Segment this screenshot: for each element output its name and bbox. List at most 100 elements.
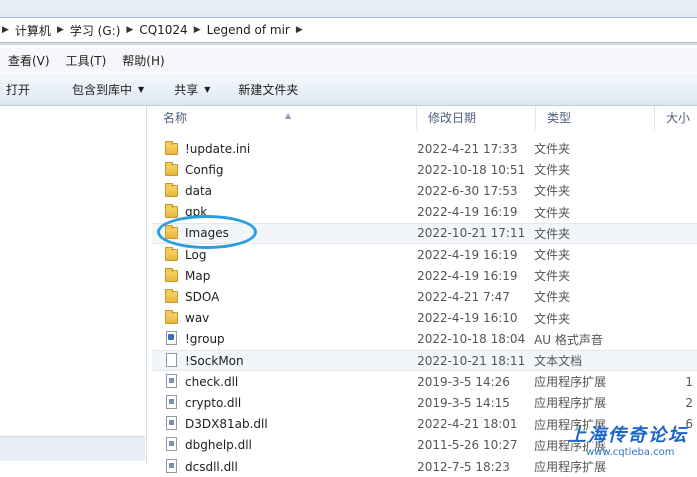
file-row[interactable]: SDOA 2022-4-21 7:47 文件夹 xyxy=(152,286,697,307)
folder-icon xyxy=(165,162,183,178)
menu-view[interactable]: 查看(V) xyxy=(0,52,58,69)
column-name[interactable]: ▲ 名称 xyxy=(152,106,417,130)
file-date: 2022-6-30 17:53 xyxy=(417,183,518,198)
folder-icon xyxy=(165,183,183,199)
file-name: Config xyxy=(185,162,224,177)
share-button[interactable]: 共享 ▼ xyxy=(156,81,222,98)
file-row[interactable]: Log 2022-4-19 16:19 文件夹 xyxy=(152,244,697,265)
file-date: 2022-4-21 7:47 xyxy=(417,289,510,304)
include-in-library-label: 包含到库中 xyxy=(72,82,133,97)
file-date: 2012-7-5 18:23 xyxy=(417,459,510,474)
file-row[interactable]: !update.ini 2022-4-21 17:33 文件夹 xyxy=(152,138,697,159)
file-name: !group xyxy=(185,332,225,347)
au-file-icon xyxy=(165,331,183,347)
file-type: 文件夹 xyxy=(534,226,571,241)
breadcrumb-drive-g[interactable]: 学习 (G:) xyxy=(66,22,125,39)
column-type[interactable]: 类型 xyxy=(536,106,655,130)
file-type: AU 格式声音 xyxy=(534,332,603,347)
folder-icon xyxy=(165,247,183,263)
file-date: 2022-10-18 10:51 xyxy=(417,162,526,177)
file-name: data xyxy=(185,183,213,198)
file-type: 应用程序扩展 xyxy=(534,396,607,411)
file-type: 文件夹 xyxy=(534,290,571,305)
open-label: 打开 xyxy=(6,82,31,97)
file-name: wav xyxy=(185,311,210,326)
breadcrumb-legend-of-mir[interactable]: Legend of mir xyxy=(203,23,294,37)
file-name: D3DX81ab.dll xyxy=(185,417,268,432)
watermark: 上海传奇论坛 www.cqtieba.com xyxy=(568,421,697,464)
chevron-right-icon[interactable]: ▶ xyxy=(124,25,135,35)
chevron-right-icon[interactable]: ▶ xyxy=(0,25,11,35)
file-row[interactable]: crypto.dll 2019-3-5 14:15 应用程序扩展 2 xyxy=(152,392,697,413)
file-row[interactable]: Map 2022-4-19 16:19 文件夹 xyxy=(152,265,697,286)
dll-file-icon xyxy=(165,437,183,453)
address-bar[interactable]: ▶ 计算机 ▶ 学习 (G:) ▶ CQ1024 ▶ Legend of mir… xyxy=(0,17,697,43)
file-type: 文件夹 xyxy=(534,311,571,326)
folder-icon xyxy=(165,204,183,220)
chevron-right-icon[interactable]: ▶ xyxy=(55,25,66,35)
file-size: 2 xyxy=(685,395,693,410)
column-type-label: 类型 xyxy=(547,111,572,125)
address-bar-area: ▶ 计算机 ▶ 学习 (G:) ▶ CQ1024 ▶ Legend of mir… xyxy=(0,0,697,45)
folder-icon xyxy=(165,225,183,241)
chevron-right-icon[interactable]: ▶ xyxy=(294,25,305,35)
file-row[interactable]: wav 2022-4-19 16:10 文件夹 xyxy=(152,308,697,329)
file-name: Log xyxy=(185,247,207,262)
navigation-selected-item[interactable] xyxy=(0,436,145,461)
new-folder-label: 新建文件夹 xyxy=(238,82,299,97)
dll-file-icon xyxy=(165,416,183,432)
file-date: 2022-4-19 16:19 xyxy=(417,247,518,262)
file-type: 文件夹 xyxy=(534,142,571,156)
file-type: 文件夹 xyxy=(534,248,571,262)
chevron-right-icon[interactable]: ▶ xyxy=(192,25,203,35)
dll-file-icon xyxy=(165,458,183,475)
file-type: 文件夹 xyxy=(534,163,571,178)
file-row[interactable]: Config 2022-10-18 10:51 文件夹 xyxy=(152,159,697,180)
dll-file-icon xyxy=(165,373,183,390)
column-size-label: 大小 xyxy=(666,111,691,125)
file-row[interactable]: gpk 2022-4-19 16:19 文件夹 xyxy=(152,202,697,223)
file-row[interactable]: check.dll 2019-3-5 14:26 应用程序扩展 1 xyxy=(152,371,697,392)
navigation-pane[interactable] xyxy=(0,106,147,464)
file-date: 2022-10-21 18:11 xyxy=(417,353,526,368)
file-name: Images xyxy=(185,226,229,241)
file-row[interactable]: !group 2022-10-18 18:04 AU 格式声音 xyxy=(152,329,697,350)
breadcrumb-cq1024[interactable]: CQ1024 xyxy=(135,23,191,37)
file-name: crypto.dll xyxy=(185,395,242,410)
breadcrumb-computer[interactable]: 计算机 xyxy=(11,22,55,39)
command-toolbar: 打开 包含到库中 ▼ 共享 ▼ 新建文件夹 xyxy=(0,73,697,106)
column-name-label: 名称 xyxy=(163,111,188,125)
file-name: !update.ini xyxy=(185,141,251,156)
column-size[interactable]: 大小 xyxy=(655,106,697,130)
file-row[interactable]: Images 2022-10-21 17:11 文件夹 xyxy=(152,222,697,244)
file-type: 文件夹 xyxy=(534,184,571,199)
file-size: 1 xyxy=(685,374,693,389)
file-date: 2022-4-21 18:01 xyxy=(417,417,518,432)
column-date[interactable]: 修改日期 xyxy=(417,106,536,130)
file-name: dbghelp.dll xyxy=(185,438,252,453)
file-type: 文本文档 xyxy=(534,354,583,368)
folder-icon xyxy=(165,141,183,157)
file-date: 2011-5-26 10:27 xyxy=(417,438,518,453)
menu-tools[interactable]: 工具(T) xyxy=(58,52,115,69)
menu-help[interactable]: 帮助(H) xyxy=(114,52,172,69)
file-date: 2019-3-5 14:26 xyxy=(417,374,510,389)
sort-ascending-icon: ▲ xyxy=(285,111,292,120)
file-name: dcsdll.dll xyxy=(185,459,238,474)
file-type: 文件夹 xyxy=(534,269,571,284)
folder-icon xyxy=(165,268,183,284)
file-row[interactable]: data 2022-6-30 17:53 文件夹 xyxy=(152,180,697,201)
file-date: 2022-4-19 16:19 xyxy=(417,268,518,283)
file-date: 2022-10-21 17:11 xyxy=(417,226,526,241)
column-header: ▲ 名称 修改日期 类型 大小 xyxy=(152,106,697,130)
file-name: !SockMon xyxy=(185,353,244,368)
folder-icon xyxy=(165,310,183,326)
include-in-library-button[interactable]: 包含到库中 ▼ xyxy=(42,81,156,98)
file-name: Map xyxy=(185,268,211,283)
file-list: ▲ 名称 修改日期 类型 大小 !update.ini 2022-4-21 17:… xyxy=(152,106,697,474)
file-date: 2022-10-18 18:04 xyxy=(417,332,526,347)
file-row[interactable]: !SockMon 2022-10-21 18:11 文本文档 xyxy=(152,350,697,371)
file-name: SDOA xyxy=(185,289,220,304)
new-folder-button[interactable]: 新建文件夹 xyxy=(222,81,310,98)
open-button[interactable]: 打开 xyxy=(0,81,42,98)
